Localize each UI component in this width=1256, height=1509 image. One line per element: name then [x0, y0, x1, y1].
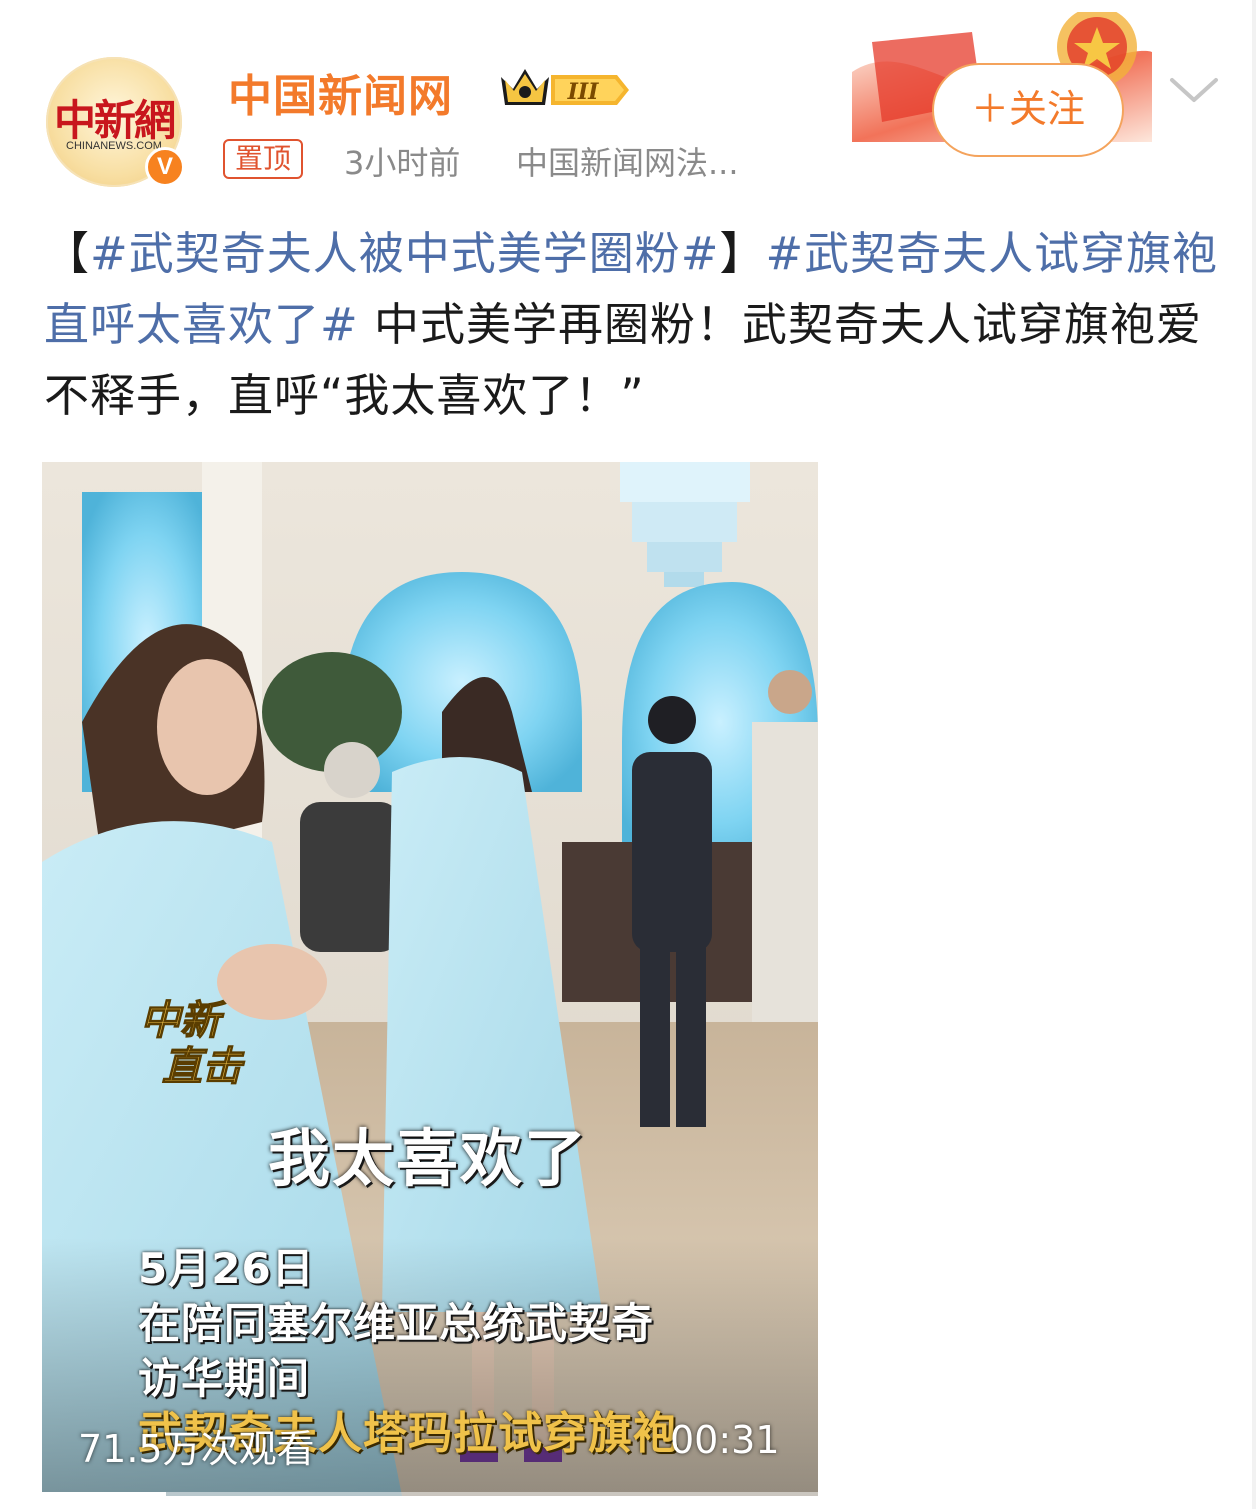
video-caption-date: 5月26日: [138, 1244, 315, 1293]
video-duration: 00:31: [670, 1418, 780, 1462]
vip-level-text: III: [567, 79, 600, 105]
post-time: 3小时前: [344, 144, 461, 182]
video-progress-fill: [42, 1492, 167, 1496]
video-caption-line: 在陪同塞尔维亚总统武契奇: [138, 1299, 655, 1348]
watermark-line2: 直击: [162, 1043, 245, 1090]
post-source[interactable]: 中国新闻网法...: [516, 138, 739, 184]
video-progress-bar[interactable]: [42, 1492, 818, 1496]
follow-button[interactable]: ＋关注: [932, 63, 1124, 157]
bracket-close: 】: [719, 227, 766, 280]
verified-v-icon: V: [145, 147, 185, 187]
chinanews-watermark: 中新 直击: [140, 996, 246, 1090]
video-subtitle: 我太喜欢了: [268, 1122, 589, 1195]
page-scrollbar[interactable]: [1252, 0, 1256, 1509]
crown-icon[interactable]: III: [495, 63, 635, 113]
hashtag-link[interactable]: #武契奇夫人被中式美学圈粉#: [90, 227, 719, 280]
account-name[interactable]: 中国新闻网: [228, 60, 453, 124]
avatar-logo-text: 中新網: [53, 96, 176, 145]
post-text: 【#武契奇夫人被中式美学圈粉#】#武契奇夫人试穿旗袍直呼太喜欢了# 中式美学再圈…: [44, 218, 1224, 431]
watermark-line1: 中新: [140, 997, 226, 1044]
chevron-down-icon[interactable]: [1168, 70, 1220, 110]
pinned-badge: 置顶: [223, 139, 304, 179]
bracket-open: 【: [44, 227, 91, 280]
view-count: 71.5万次观看: [78, 1427, 315, 1471]
